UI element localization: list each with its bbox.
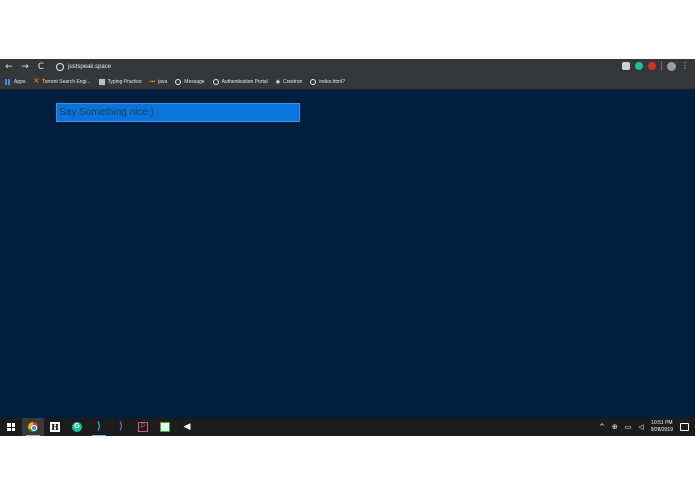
clock-date: 9/28/2019 (650, 427, 673, 433)
globe-icon (175, 79, 182, 85)
bookmark-typing[interactable]: Typing Practice (98, 79, 142, 85)
bookmark-apps[interactable]: Apps (5, 79, 25, 85)
forward-button[interactable]: → (18, 60, 32, 74)
clock-time: 10:51 PM (651, 420, 673, 426)
page-content (0, 90, 695, 418)
taskbar-h-app[interactable]: H (44, 418, 66, 436)
presentation-app-icon: P (138, 422, 148, 432)
taskbar-vscode[interactable]: ⟩ (88, 418, 110, 436)
bookmark-java[interactable]: ••• java (150, 79, 167, 85)
bookmark-label: Crestron (283, 79, 303, 85)
windows-logo-icon (7, 423, 15, 431)
bookmark-label: Message (184, 79, 205, 85)
bookmark-label: Torrent Search Engi... (42, 79, 91, 85)
grammarly-icon: G (72, 422, 82, 432)
bookmarks-bar: Apps ✕ Torrent Search Engi... Typing Pra… (0, 75, 695, 90)
extension-red-icon[interactable] (648, 62, 656, 70)
bookmark-label: Authentication Portal (221, 79, 268, 85)
bottom-margin (0, 436, 695, 494)
globe-icon (56, 63, 64, 71)
printer-app-icon (160, 422, 170, 432)
taskbar-powerpoint[interactable]: P (132, 418, 154, 436)
network-icon[interactable]: ⊕ (612, 423, 618, 431)
bookmark-label: index.html? (319, 79, 345, 85)
browser-toolbar: ← → C justspeak.space ⋮ (0, 59, 695, 75)
bookmark-torrent[interactable]: ✕ Torrent Search Engi... (33, 78, 91, 85)
system-tray: ^ ⊕ ▭ ◁ 10:51 PM 9/28/2019 (599, 418, 689, 436)
taskbar-chrome[interactable] (22, 418, 44, 436)
taskbar-grammarly[interactable]: G (66, 418, 88, 436)
taskbar-audio-app[interactable]: ◀ (176, 418, 198, 436)
windows-taskbar: H G ⟩ ⟩ P ◀ ^ ⊕ ▭ ◁ 10:51 PM 9/28/2019 (0, 418, 695, 436)
vscode-icon: ⟩ (97, 421, 101, 432)
taskbar-clock[interactable]: 10:51 PM 9/28/2019 (651, 420, 673, 434)
bookmark-auth-portal[interactable]: Authentication Portal (212, 79, 268, 85)
url-text: justspeak.space (68, 64, 112, 70)
java-icon: ••• (149, 79, 156, 85)
volume-icon[interactable]: ◁ (638, 423, 643, 431)
x-icon: ✕ (33, 78, 40, 85)
visual-studio-icon: ⟩ (119, 421, 123, 432)
top-margin (0, 0, 695, 59)
grammarly-extension-icon[interactable] (635, 62, 643, 70)
taskbar-visual-studio[interactable]: ⟩ (110, 418, 132, 436)
document-icon (98, 79, 105, 85)
bookmark-label: java (158, 79, 168, 85)
menu-button[interactable]: ⋮ (681, 62, 689, 70)
extensions-area: ⋮ (622, 61, 689, 71)
notification-center-icon[interactable] (680, 423, 689, 431)
back-button[interactable]: ← (2, 60, 16, 74)
address-bar[interactable]: justspeak.space (56, 61, 111, 73)
speaker-icon: ◀ (183, 422, 191, 432)
chrome-icon (28, 422, 38, 432)
apps-grid-icon (5, 79, 11, 85)
profile-avatar-icon[interactable] (667, 61, 676, 71)
bookmark-label: Typing Practice (107, 79, 142, 85)
battery-icon[interactable]: ▭ (625, 423, 632, 431)
bookmark-message[interactable]: Message (175, 79, 205, 85)
bookmark-label: Apps (14, 79, 26, 85)
globe-icon (212, 79, 219, 85)
chevron-up-icon[interactable]: ^ (599, 423, 605, 431)
taskbar-printer-app[interactable] (154, 418, 176, 436)
bookmark-crestron[interactable]: ◉ Crestron (276, 79, 303, 85)
bookmark-index[interactable]: index.html? (310, 79, 345, 85)
h-app-icon: H (50, 422, 60, 432)
globe-icon (310, 79, 317, 85)
eye-icon: ◉ (275, 79, 281, 85)
reload-button[interactable]: C (34, 60, 48, 74)
start-button[interactable] (0, 418, 22, 436)
extension-icon[interactable] (622, 62, 630, 70)
say-something-input[interactable] (56, 103, 300, 122)
divider (661, 61, 662, 71)
